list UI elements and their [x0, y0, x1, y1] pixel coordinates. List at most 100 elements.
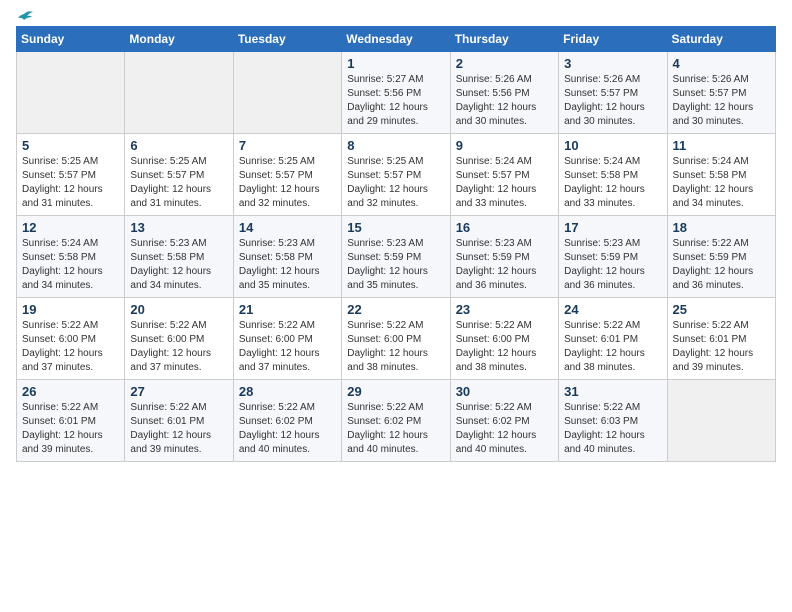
day-number: 15 [347, 220, 444, 235]
page-header [16, 16, 776, 18]
calendar-cell: 29Sunrise: 5:22 AM Sunset: 6:02 PM Dayli… [342, 380, 450, 462]
calendar-table: SundayMondayTuesdayWednesdayThursdayFrid… [16, 26, 776, 462]
day-info: Sunrise: 5:22 AM Sunset: 6:00 PM Dayligh… [347, 319, 444, 375]
day-number: 13 [130, 220, 227, 235]
calendar-cell: 24 Sunrise: 5:22 AM Sunset: 6:01 PM Dayli… [559, 298, 667, 380]
day-number: 19 [22, 302, 119, 317]
day-info: Sunrise: 5:23 AM Sunset: 5:59 PM Dayligh… [456, 237, 553, 293]
logo-bird-icon [14, 10, 34, 26]
day-number: 14 [239, 220, 336, 235]
day-number: 17 [564, 220, 661, 235]
calendar-cell: 16 Sunrise: 5:23 AM Sunset: 5:59 PM Dayli… [450, 216, 558, 298]
day-number: 30 [456, 384, 553, 399]
calendar-cell: 28 Sunrise: 5:22 AM Sunset: 6:02 PM Dayli… [233, 380, 341, 462]
calendar-cell: 18 Sunrise: 5:22 AM Sunset: 5:59 PM Dayli… [667, 216, 775, 298]
calendar-cell: 17 Sunrise: 5:23 AM Sunset: 5:59 PM Dayli… [559, 216, 667, 298]
day-info: Sunrise: 5:22 AM Sunset: 5:59 PM Dayligh… [673, 237, 770, 293]
day-number: 10 [564, 138, 661, 153]
day-info: Sunrise: 5:24 AM Sunset: 5:58 PM Dayligh… [564, 155, 661, 211]
day-number: 18 [673, 220, 770, 235]
day-number: 11 [673, 138, 770, 153]
calendar-cell: 11 Sunrise: 5:24 AM Sunset: 5:58 PM Dayli… [667, 134, 775, 216]
header-day-friday: Friday [559, 27, 667, 52]
day-number: 4 [673, 56, 770, 71]
day-info: Sunrise: 5:22 AM Sunset: 6:01 PM Dayligh… [22, 401, 119, 457]
header-day-sunday: Sunday [17, 27, 125, 52]
day-number: 26 [22, 384, 119, 399]
calendar-cell: 20 Sunrise: 5:22 AM Sunset: 6:00 PM Dayli… [125, 298, 233, 380]
day-number: 3 [564, 56, 661, 71]
calendar-cell: 14 Sunrise: 5:23 AM Sunset: 5:58 PM Dayli… [233, 216, 341, 298]
header-day-saturday: Saturday [667, 27, 775, 52]
calendar-cell: 12Sunrise: 5:24 AM Sunset: 5:58 PM Dayli… [17, 216, 125, 298]
day-info: Sunrise: 5:23 AM Sunset: 5:59 PM Dayligh… [564, 237, 661, 293]
calendar-cell: 3 Sunrise: 5:26 AM Sunset: 5:57 PM Daylig… [559, 52, 667, 134]
calendar-cell: 30 Sunrise: 5:22 AM Sunset: 6:02 PM Dayli… [450, 380, 558, 462]
day-number: 5 [22, 138, 119, 153]
day-number: 9 [456, 138, 553, 153]
day-number: 24 [564, 302, 661, 317]
day-info: Sunrise: 5:22 AM Sunset: 6:00 PM Dayligh… [456, 319, 553, 375]
calendar-cell: 5 Sunrise: 5:25 AM Sunset: 5:57 PM Daylig… [17, 134, 125, 216]
calendar-cell [667, 380, 775, 462]
day-info: Sunrise: 5:22 AM Sunset: 6:00 PM Dayligh… [22, 319, 119, 375]
calendar-cell [17, 52, 125, 134]
week-row-2: 5 Sunrise: 5:25 AM Sunset: 5:57 PM Daylig… [17, 134, 776, 216]
week-row-4: 19 Sunrise: 5:22 AM Sunset: 6:00 PM Dayli… [17, 298, 776, 380]
day-number: 28 [239, 384, 336, 399]
day-number: 31 [564, 384, 661, 399]
header-row: SundayMondayTuesdayWednesdayThursdayFrid… [17, 27, 776, 52]
week-row-1: 1 Sunrise: 5:27 AM Sunset: 5:56 PM Daylig… [17, 52, 776, 134]
calendar-cell: 10 Sunrise: 5:24 AM Sunset: 5:58 PM Dayli… [559, 134, 667, 216]
calendar-cell: 31Sunrise: 5:22 AM Sunset: 6:03 PM Dayli… [559, 380, 667, 462]
day-info: Sunrise: 5:24 AM Sunset: 5:58 PM Dayligh… [22, 237, 119, 293]
day-number: 16 [456, 220, 553, 235]
day-info: Sunrise: 5:24 AM Sunset: 5:57 PM Dayligh… [456, 155, 553, 211]
day-number: 23 [456, 302, 553, 317]
day-info: Sunrise: 5:26 AM Sunset: 5:57 PM Dayligh… [673, 73, 770, 129]
day-info: Sunrise: 5:26 AM Sunset: 5:57 PM Dayligh… [564, 73, 661, 129]
day-number: 21 [239, 302, 336, 317]
day-info: Sunrise: 5:25 AM Sunset: 5:57 PM Dayligh… [239, 155, 336, 211]
day-info: Sunrise: 5:22 AM Sunset: 6:01 PM Dayligh… [673, 319, 770, 375]
calendar-cell: 6 Sunrise: 5:25 AM Sunset: 5:57 PM Daylig… [125, 134, 233, 216]
header-day-wednesday: Wednesday [342, 27, 450, 52]
day-info: Sunrise: 5:22 AM Sunset: 6:01 PM Dayligh… [564, 319, 661, 375]
calendar-cell [125, 52, 233, 134]
calendar-cell: 7 Sunrise: 5:25 AM Sunset: 5:57 PM Daylig… [233, 134, 341, 216]
day-info: Sunrise: 5:22 AM Sunset: 6:01 PM Dayligh… [130, 401, 227, 457]
day-info: Sunrise: 5:22 AM Sunset: 6:00 PM Dayligh… [130, 319, 227, 375]
day-number: 20 [130, 302, 227, 317]
week-row-3: 12Sunrise: 5:24 AM Sunset: 5:58 PM Dayli… [17, 216, 776, 298]
header-day-tuesday: Tuesday [233, 27, 341, 52]
calendar-cell: 8Sunrise: 5:25 AM Sunset: 5:57 PM Daylig… [342, 134, 450, 216]
day-info: Sunrise: 5:25 AM Sunset: 5:57 PM Dayligh… [130, 155, 227, 211]
day-info: Sunrise: 5:25 AM Sunset: 5:57 PM Dayligh… [347, 155, 444, 211]
calendar-cell: 19 Sunrise: 5:22 AM Sunset: 6:00 PM Dayli… [17, 298, 125, 380]
day-info: Sunrise: 5:23 AM Sunset: 5:58 PM Dayligh… [130, 237, 227, 293]
calendar-cell: 4 Sunrise: 5:26 AM Sunset: 5:57 PM Daylig… [667, 52, 775, 134]
calendar-cell: 13 Sunrise: 5:23 AM Sunset: 5:58 PM Dayli… [125, 216, 233, 298]
day-info: Sunrise: 5:24 AM Sunset: 5:58 PM Dayligh… [673, 155, 770, 211]
day-info: Sunrise: 5:23 AM Sunset: 5:58 PM Dayligh… [239, 237, 336, 293]
day-info: Sunrise: 5:26 AM Sunset: 5:56 PM Dayligh… [456, 73, 553, 129]
header-day-monday: Monday [125, 27, 233, 52]
day-number: 22 [347, 302, 444, 317]
day-number: 7 [239, 138, 336, 153]
week-row-5: 26 Sunrise: 5:22 AM Sunset: 6:01 PM Dayli… [17, 380, 776, 462]
day-info: Sunrise: 5:22 AM Sunset: 6:02 PM Dayligh… [239, 401, 336, 457]
day-info: Sunrise: 5:27 AM Sunset: 5:56 PM Dayligh… [347, 73, 444, 129]
calendar-cell: 25Sunrise: 5:22 AM Sunset: 6:01 PM Dayli… [667, 298, 775, 380]
calendar-cell [233, 52, 341, 134]
calendar-cell: 23 Sunrise: 5:22 AM Sunset: 6:00 PM Dayli… [450, 298, 558, 380]
calendar-cell: 22 Sunrise: 5:22 AM Sunset: 6:00 PM Dayli… [342, 298, 450, 380]
day-number: 1 [347, 56, 444, 71]
calendar-cell: 26 Sunrise: 5:22 AM Sunset: 6:01 PM Dayli… [17, 380, 125, 462]
calendar-cell: 15Sunrise: 5:23 AM Sunset: 5:59 PM Dayli… [342, 216, 450, 298]
calendar-cell: 9 Sunrise: 5:24 AM Sunset: 5:57 PM Daylig… [450, 134, 558, 216]
day-number: 6 [130, 138, 227, 153]
day-info: Sunrise: 5:25 AM Sunset: 5:57 PM Dayligh… [22, 155, 119, 211]
day-info: Sunrise: 5:22 AM Sunset: 6:02 PM Dayligh… [347, 401, 444, 457]
header-day-thursday: Thursday [450, 27, 558, 52]
day-info: Sunrise: 5:22 AM Sunset: 6:02 PM Dayligh… [456, 401, 553, 457]
